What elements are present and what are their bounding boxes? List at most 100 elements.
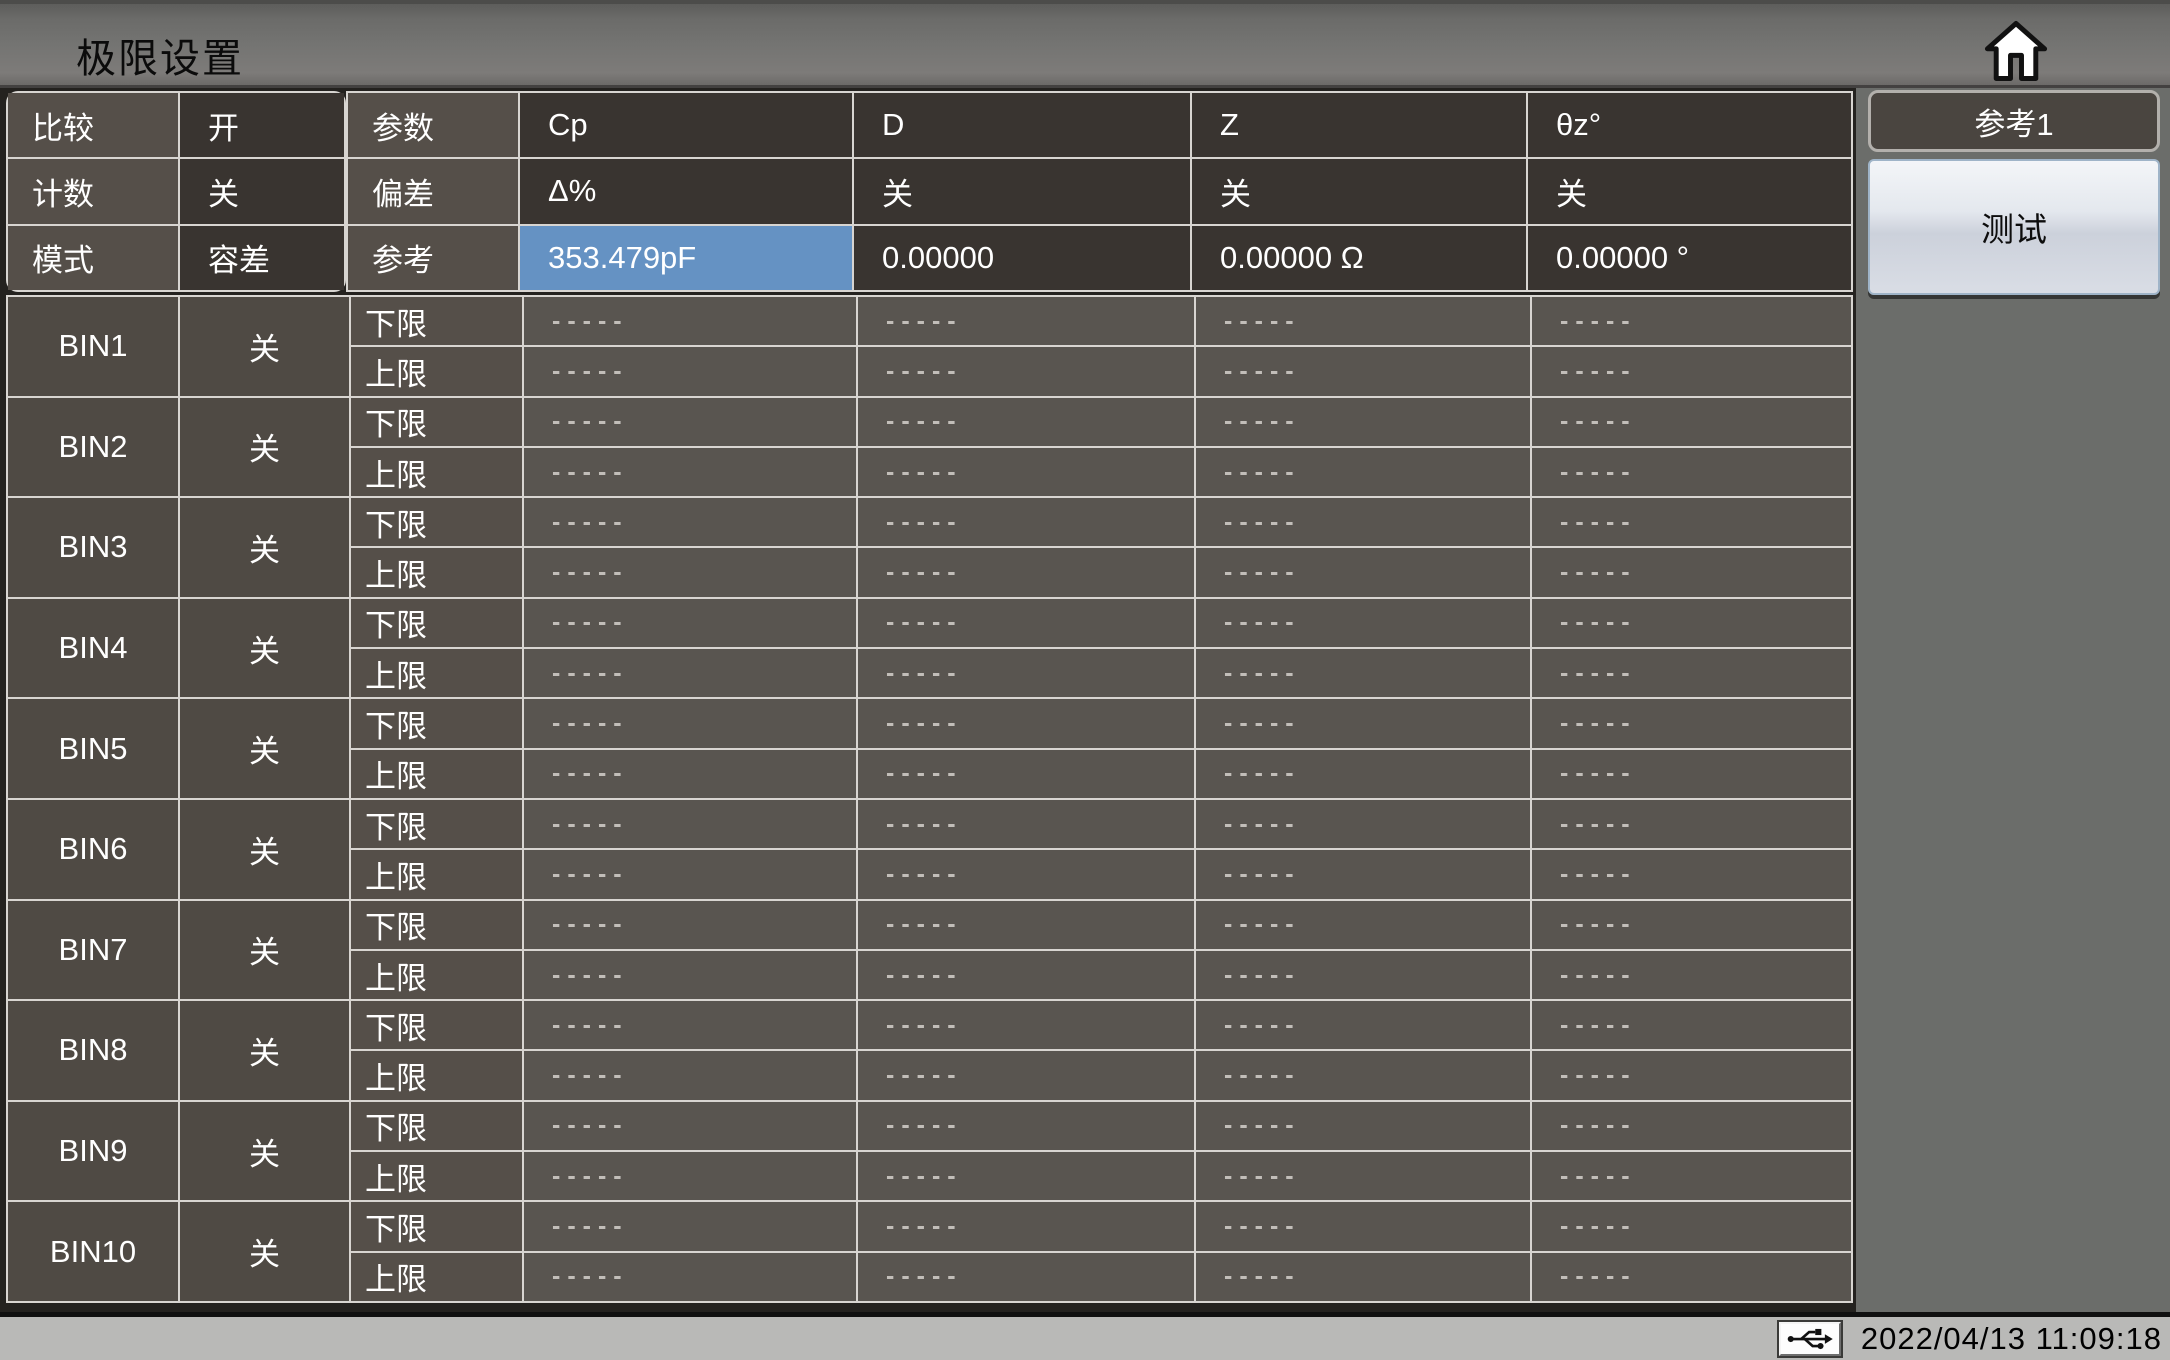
upper-limit-value-cp[interactable]: -----	[524, 749, 856, 798]
lower-limit-value-z[interactable]: -----	[1196, 498, 1530, 547]
bin-state-toggle[interactable]: 关	[180, 1001, 349, 1100]
upper-limit-value-z[interactable]: -----	[1196, 950, 1530, 1000]
lower-limit-value-z[interactable]: -----	[1196, 598, 1530, 648]
upper-limit-value-theta[interactable]: -----	[1532, 950, 1851, 1000]
lower-limit-value-z[interactable]: -----	[1196, 397, 1530, 446]
upper-limit-value-theta[interactable]: -----	[1532, 1152, 1851, 1201]
upper-limit-value-d[interactable]: -----	[858, 447, 1194, 497]
upper-limit-value-cp[interactable]: -----	[524, 1252, 856, 1301]
reference-page-button[interactable]: 参考1	[1868, 90, 2160, 152]
upper-limit-value-d[interactable]: -----	[858, 749, 1194, 798]
lower-limit-value-theta[interactable]: -----	[1532, 1101, 1851, 1151]
bin-state-toggle[interactable]: 关	[180, 397, 349, 497]
upper-limit-value-z[interactable]: -----	[1196, 548, 1530, 597]
deviation-mode-theta[interactable]: 关	[1528, 159, 1851, 224]
lower-limit-value-theta[interactable]: -----	[1532, 498, 1851, 547]
lower-limit-value-d[interactable]: -----	[858, 699, 1194, 748]
lower-limit-value-cp[interactable]: -----	[524, 1001, 856, 1050]
upper-limit-value-cp[interactable]: -----	[524, 447, 856, 497]
upper-limit-value-cp[interactable]: -----	[524, 347, 856, 396]
upper-limit-value-z[interactable]: -----	[1196, 1252, 1530, 1301]
reference-value-cp[interactable]: 353.479pF	[520, 225, 852, 290]
upper-limit-value-d[interactable]: -----	[858, 850, 1194, 899]
upper-limit-value-d[interactable]: -----	[858, 347, 1194, 396]
upper-limit-value-theta[interactable]: -----	[1532, 749, 1851, 798]
mode-select[interactable]: 容差	[180, 225, 344, 290]
bin-state-toggle[interactable]: 关	[180, 297, 349, 396]
bin-state-toggle[interactable]: 关	[180, 799, 349, 899]
lower-limit-value-d[interactable]: -----	[858, 1001, 1194, 1050]
upper-limit-value-theta[interactable]: -----	[1532, 548, 1851, 597]
upper-limit-value-d[interactable]: -----	[858, 548, 1194, 597]
lower-limit-value-z[interactable]: -----	[1196, 799, 1530, 849]
bin-state-toggle[interactable]: 关	[180, 900, 349, 1000]
lower-limit-value-d[interactable]: -----	[858, 498, 1194, 547]
upper-limit-value-cp[interactable]: -----	[524, 1051, 856, 1100]
upper-limit-value-z[interactable]: -----	[1196, 1051, 1530, 1100]
lower-limit-value-d[interactable]: -----	[858, 1202, 1194, 1251]
deviation-mode-d[interactable]: 关	[854, 159, 1190, 224]
upper-limit-value-z[interactable]: -----	[1196, 347, 1530, 396]
upper-limit-value-z[interactable]: -----	[1196, 649, 1530, 698]
upper-limit-value-theta[interactable]: -----	[1532, 1252, 1851, 1301]
upper-limit-value-cp[interactable]: -----	[524, 1152, 856, 1201]
upper-limit-value-d[interactable]: -----	[858, 1252, 1194, 1301]
upper-limit-value-d[interactable]: -----	[858, 1051, 1194, 1100]
param-value-d[interactable]: D	[854, 93, 1190, 158]
deviation-mode-z[interactable]: 关	[1192, 159, 1526, 224]
lower-limit-value-cp[interactable]: -----	[524, 498, 856, 547]
count-toggle[interactable]: 关	[180, 159, 344, 224]
lower-limit-value-z[interactable]: -----	[1196, 1202, 1530, 1251]
lower-limit-value-cp[interactable]: -----	[524, 1101, 856, 1151]
home-icon[interactable]	[1983, 16, 2049, 86]
lower-limit-value-d[interactable]: -----	[858, 900, 1194, 949]
lower-limit-value-theta[interactable]: -----	[1532, 699, 1851, 748]
upper-limit-value-d[interactable]: -----	[858, 950, 1194, 1000]
upper-limit-value-d[interactable]: -----	[858, 1152, 1194, 1201]
lower-limit-value-theta[interactable]: -----	[1532, 900, 1851, 949]
comparator-toggle[interactable]: 开	[180, 93, 344, 158]
lower-limit-value-d[interactable]: -----	[858, 1101, 1194, 1151]
lower-limit-value-z[interactable]: -----	[1196, 1001, 1530, 1050]
param-value-theta[interactable]: θz°	[1528, 93, 1851, 158]
lower-limit-value-theta[interactable]: -----	[1532, 1001, 1851, 1050]
bin-state-toggle[interactable]: 关	[180, 699, 349, 798]
reference-value-d[interactable]: 0.00000	[854, 225, 1190, 290]
upper-limit-value-theta[interactable]: -----	[1532, 447, 1851, 497]
upper-limit-value-z[interactable]: -----	[1196, 749, 1530, 798]
lower-limit-value-theta[interactable]: -----	[1532, 598, 1851, 648]
upper-limit-value-z[interactable]: -----	[1196, 447, 1530, 497]
upper-limit-value-theta[interactable]: -----	[1532, 649, 1851, 698]
upper-limit-value-d[interactable]: -----	[858, 649, 1194, 698]
lower-limit-value-d[interactable]: -----	[858, 598, 1194, 648]
lower-limit-value-theta[interactable]: -----	[1532, 297, 1851, 346]
upper-limit-value-cp[interactable]: -----	[524, 548, 856, 597]
reference-value-theta[interactable]: 0.00000 °	[1528, 225, 1851, 290]
param-value-z[interactable]: Z	[1192, 93, 1526, 158]
bin-state-toggle[interactable]: 关	[180, 598, 349, 698]
lower-limit-value-cp[interactable]: -----	[524, 598, 856, 648]
lower-limit-value-z[interactable]: -----	[1196, 900, 1530, 949]
bin-state-toggle[interactable]: 关	[180, 1202, 349, 1301]
upper-limit-value-theta[interactable]: -----	[1532, 1051, 1851, 1100]
upper-limit-value-theta[interactable]: -----	[1532, 850, 1851, 899]
deviation-mode-cp[interactable]: Δ%	[520, 159, 852, 224]
lower-limit-value-z[interactable]: -----	[1196, 297, 1530, 346]
lower-limit-value-d[interactable]: -----	[858, 297, 1194, 346]
lower-limit-value-cp[interactable]: -----	[524, 799, 856, 849]
upper-limit-value-z[interactable]: -----	[1196, 1152, 1530, 1201]
lower-limit-value-z[interactable]: -----	[1196, 1101, 1530, 1151]
lower-limit-value-d[interactable]: -----	[858, 397, 1194, 446]
lower-limit-value-cp[interactable]: -----	[524, 397, 856, 446]
lower-limit-value-theta[interactable]: -----	[1532, 1202, 1851, 1251]
upper-limit-value-cp[interactable]: -----	[524, 649, 856, 698]
upper-limit-value-z[interactable]: -----	[1196, 850, 1530, 899]
lower-limit-value-cp[interactable]: -----	[524, 297, 856, 346]
lower-limit-value-d[interactable]: -----	[858, 799, 1194, 849]
lower-limit-value-z[interactable]: -----	[1196, 699, 1530, 748]
lower-limit-value-cp[interactable]: -----	[524, 900, 856, 949]
lower-limit-value-theta[interactable]: -----	[1532, 799, 1851, 849]
lower-limit-value-cp[interactable]: -----	[524, 699, 856, 748]
lower-limit-value-cp[interactable]: -----	[524, 1202, 856, 1251]
reference-value-z[interactable]: 0.00000 Ω	[1192, 225, 1526, 290]
